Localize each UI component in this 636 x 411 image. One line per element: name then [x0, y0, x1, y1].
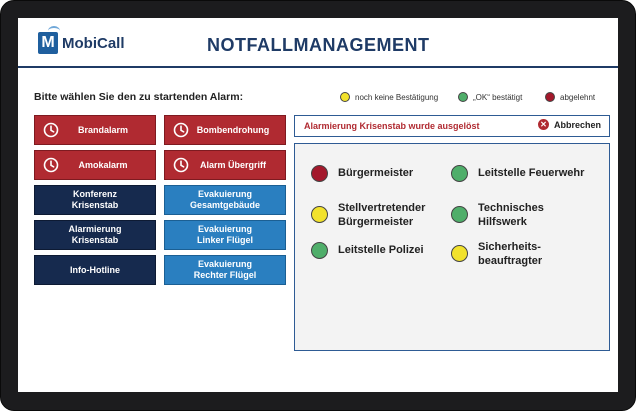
crisis-team-panel: Bürgermeister Leitstelle Feuerwehr Stell…: [294, 143, 610, 351]
member-name: Bürgermeister: [338, 167, 414, 179]
alarm-button-label: Amokalarm: [78, 159, 128, 170]
legend-rejected: abgelehnt: [545, 92, 595, 102]
member-leitstelle-polizei: Leitstelle Polizei: [311, 242, 424, 259]
clock-icon: [43, 122, 59, 138]
screen: M MobiCall NOTFALLMANAGEMENT Bitte wähle…: [18, 18, 618, 392]
member-leitstelle-feuerwehr: Leitstelle Feuerwehr: [451, 165, 584, 182]
alarm-button-brandalarm[interactable]: Brandalarm: [34, 115, 156, 145]
legend-ok: „OK“ bestätigt: [458, 92, 522, 102]
status-dot: [311, 165, 328, 182]
status-dot: [311, 206, 328, 223]
close-icon: ✕: [537, 119, 549, 130]
alarm-button-label: Alarmierung Krisenstab: [68, 224, 122, 245]
alarm-button-amokalarm[interactable]: Amokalarm: [34, 150, 156, 180]
alarm-button-konferenz-krisenstab[interactable]: Konferenz Krisenstab: [34, 185, 156, 215]
legend-pending: noch keine Bestätigung: [340, 92, 438, 102]
member-buergermeister: Bürgermeister: [311, 165, 413, 182]
alarm-button-evakuierung-links[interactable]: Evakuierung Linker Flügel: [164, 220, 286, 250]
alarm-button-alarmierung-krisenstab[interactable]: Alarmierung Krisenstab: [34, 220, 156, 250]
logo-mark: M: [38, 26, 60, 54]
member-stellvertretender-buergermeister: Stellvertretender Bürgermeister: [311, 200, 425, 229]
legend-label-pending: noch keine Bestätigung: [355, 92, 439, 102]
legend-label-ok: „OK“ bestätigt: [473, 92, 523, 102]
member-sicherheitsbeauftragter: Sicherheits- beauftragter: [451, 239, 542, 268]
monitor-bezel: M MobiCall NOTFALLMANAGEMENT Bitte wähle…: [0, 0, 636, 411]
alarm-button-label: Bombendrohung: [196, 124, 270, 135]
alarm-button-alarm-uebergriff[interactable]: Alarm Übergriff: [164, 150, 286, 180]
alarm-prompt: Bitte wählen Sie den zu startenden Alarm…: [34, 91, 244, 103]
alarm-button-evakuierung-rechts[interactable]: Evakuierung Rechter Flügel: [164, 255, 286, 285]
alarm-button-label: Konferenz Krisenstab: [71, 189, 119, 210]
clock-icon: [173, 122, 189, 138]
page-title: NOTFALLMANAGEMENT: [207, 35, 430, 55]
alarm-button-info-hotline[interactable]: Info-Hotline: [34, 255, 156, 285]
status-dot: [451, 206, 468, 223]
clock-icon: [173, 157, 189, 173]
legend-dot-ok: [458, 92, 468, 102]
alarm-button-label: Info-Hotline: [70, 264, 120, 275]
legend-dot-pending: [340, 92, 350, 102]
member-name: Technisches Hilfswerk: [478, 202, 544, 228]
member-name: Stellvertretender Bürgermeister: [338, 202, 426, 228]
app-header: M MobiCall NOTFALLMANAGEMENT: [18, 18, 618, 68]
logo-text: MobiCall: [62, 34, 125, 52]
alarm-button-label: Evakuierung Gesamtgebäude: [189, 189, 261, 210]
clock-icon: [43, 157, 59, 173]
member-name: Leitstelle Feuerwehr: [478, 167, 585, 179]
alarm-button-label: Evakuierung Rechter Flügel: [193, 259, 257, 280]
alarm-button-evakuierung-gesamt[interactable]: Evakuierung Gesamtgebäude: [164, 185, 286, 215]
alarm-button-label: Alarm Übergriff: [199, 159, 266, 170]
alarm-status-bar: Alarmierung Krisenstab wurde ausgelöst ✕…: [294, 115, 610, 137]
member-name: Leitstelle Polizei: [338, 244, 424, 256]
abort-label: Abbrechen: [553, 119, 601, 130]
alarm-button-label: Evakuierung Linker Flügel: [196, 224, 253, 245]
member-technisches-hilfswerk: Technisches Hilfswerk: [451, 200, 544, 229]
status-dot: [451, 165, 468, 182]
abort-button[interactable]: ✕ Abbrechen: [537, 119, 601, 130]
alarm-button-label: Brandalarm: [77, 124, 129, 135]
member-name: Sicherheits- beauftragter: [478, 241, 543, 267]
status-dot: [311, 242, 328, 259]
legend-label-rejected: abgelehnt: [560, 92, 596, 102]
legend-dot-rejected: [545, 92, 555, 102]
status-dot: [451, 245, 468, 262]
status-message: Alarmierung Krisenstab wurde ausgelöst: [304, 121, 480, 131]
mobicall-logo: M MobiCall: [38, 26, 125, 56]
alarm-button-bombendrohung[interactable]: Bombendrohung: [164, 115, 286, 145]
